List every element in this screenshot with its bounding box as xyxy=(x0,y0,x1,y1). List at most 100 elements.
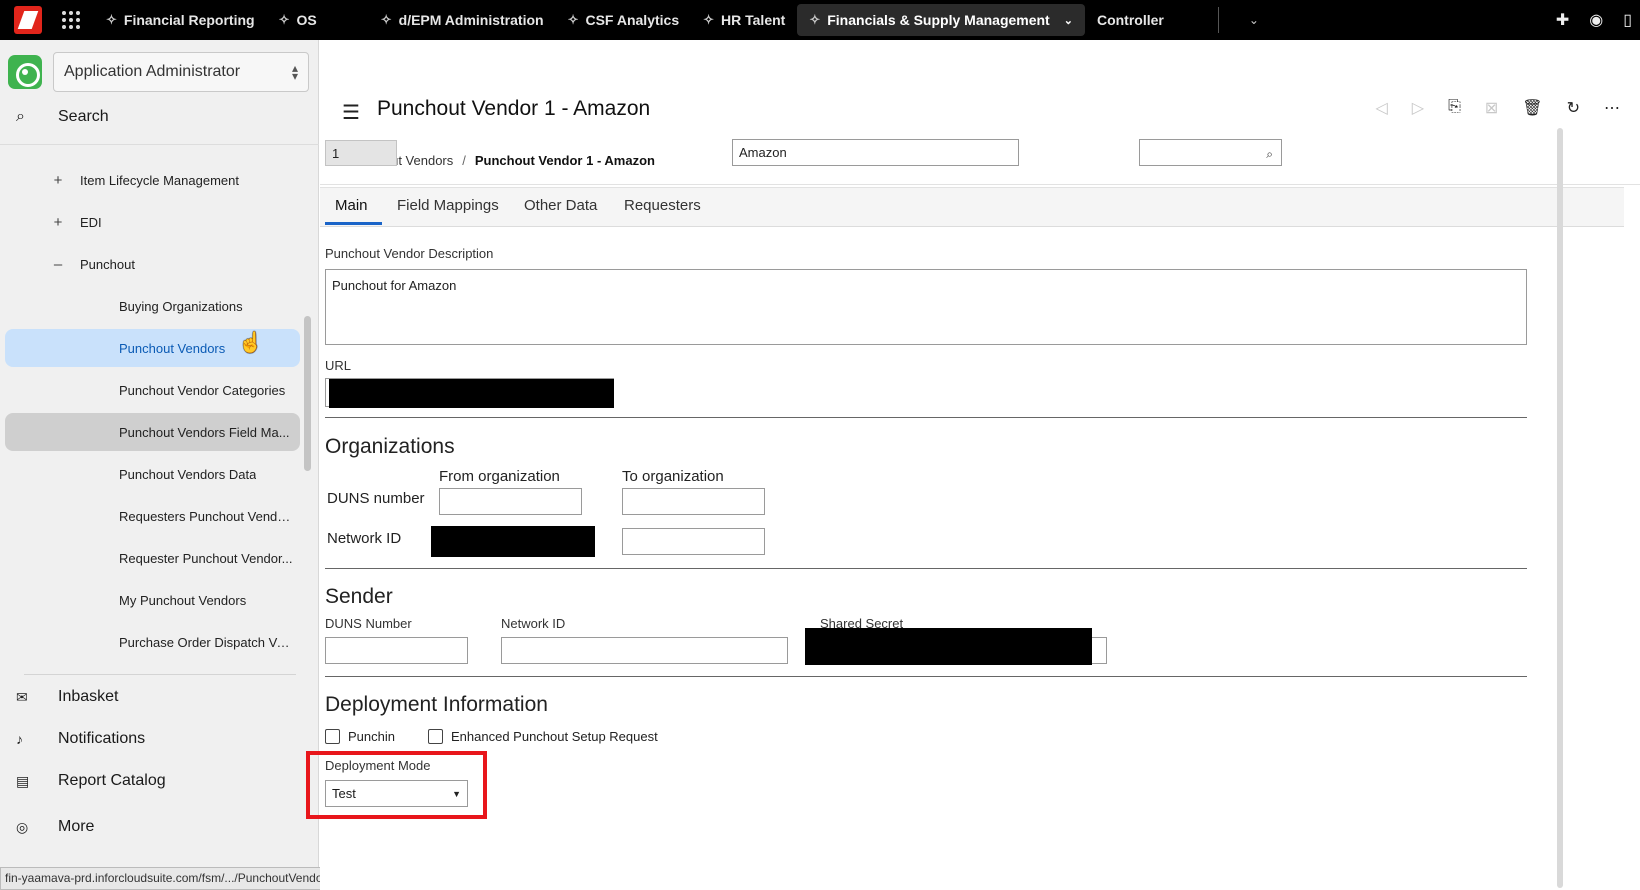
deployment-mode-label: Deployment Mode xyxy=(325,758,431,773)
divider xyxy=(325,417,1527,418)
sort-arrows-icon: ▴ ▾ xyxy=(291,61,298,83)
sidebar-more[interactable]: ◎ More xyxy=(16,818,94,836)
to-duns-field[interactable] xyxy=(622,488,765,515)
divider xyxy=(325,676,1527,677)
role-select[interactable]: Application Administrator ▴ ▾ xyxy=(53,52,309,92)
previous-record-icon[interactable]: ◁ xyxy=(1375,98,1387,118)
pin-icon: ✧ xyxy=(106,12,117,27)
sender-network-id-label: Network ID xyxy=(501,616,566,631)
to-network-id-field[interactable] xyxy=(622,528,765,555)
next-record-icon[interactable]: ▷ xyxy=(1412,98,1424,118)
pin-icon: ✧ xyxy=(809,12,821,27)
page-title: Punchout Vendor 1 - Amazon xyxy=(377,97,651,120)
checkbox-box[interactable] xyxy=(428,729,443,744)
tab-epm-administration[interactable]: ✧ d/EPM Administration xyxy=(369,4,556,36)
lookup-field[interactable]: ⌕ xyxy=(1139,139,1282,166)
pin-icon: ✧ xyxy=(278,12,290,27)
sidebar-inbasket[interactable]: ✉ Inbasket xyxy=(16,688,118,706)
more-actions-icon[interactable]: ⋯ xyxy=(1604,98,1620,118)
divider xyxy=(1217,7,1219,33)
organizations-heading: Organizations xyxy=(325,435,455,458)
more-circle-icon: ◎ xyxy=(16,818,29,835)
description-textarea[interactable]: Punchout for Amazon xyxy=(325,269,1527,345)
tab-financials-supply-management[interactable]: ✧ Financials & Supply Management ⌄ xyxy=(797,4,1085,36)
tab-os[interactable]: ✧ OS xyxy=(267,4,329,36)
sidebar-notifications[interactable]: ♪ Notifications xyxy=(16,730,145,748)
user-circle-icon[interactable]: ◉ xyxy=(1589,10,1603,30)
from-duns-field[interactable] xyxy=(439,488,582,515)
nav-item-punchout-vendors-field-mappings[interactable]: Punchout Vendors Field Ma... xyxy=(5,413,300,451)
nav-item-purchase-order-dispatch[interactable]: Purchase Order Dispatch Ve... xyxy=(5,623,300,661)
delete-icon[interactable]: 🗑 xyxy=(1522,98,1542,118)
dropdown-caret-icon: ▼ xyxy=(452,788,461,799)
sidebar-report-catalog[interactable]: ▤ Report Catalog xyxy=(16,772,166,790)
new-document-icon[interactable]: ⎘ xyxy=(1448,98,1461,118)
redacted-block xyxy=(805,628,1092,665)
breadcrumb-current: Punchout Vendor 1 - Amazon xyxy=(474,153,655,168)
mail-icon: ✉ xyxy=(16,688,28,705)
tab-main[interactable]: Main xyxy=(335,197,368,214)
enhanced-punchout-checkbox[interactable]: Enhanced Punchout Setup Request xyxy=(428,729,658,744)
sidebar: Application Administrator ▴ ▾ ⌕ Search + I… xyxy=(0,40,319,890)
url-field[interactable] xyxy=(325,378,614,408)
checkbox-box[interactable] xyxy=(325,729,340,744)
pin-icon: ✧ xyxy=(567,12,579,27)
from-organization-label: From organization xyxy=(439,468,560,485)
record-toolbar: ◁ ▷ ⎘ ⊠ 🗑 ↻ ⋯ xyxy=(1375,98,1620,118)
role-row: Application Administrator ▴ ▾ xyxy=(8,52,309,92)
main-scrollbar[interactable] xyxy=(1557,128,1563,888)
sidebar-scrollbar[interactable] xyxy=(304,316,311,471)
duns-number-label: DUNS number xyxy=(327,490,425,507)
nav-item-requesters-punchout-vendors[interactable]: Requesters Punchout Vendors xyxy=(5,497,300,535)
hand-cursor-icon: ☝ xyxy=(238,332,263,354)
tab-controller[interactable]: Controller xyxy=(1085,4,1176,36)
tab-hr-talent[interactable]: ✧ HR Talent xyxy=(691,4,797,36)
sidebar-search[interactable]: ⌕ Search xyxy=(16,108,109,126)
nav-tree: + Item Lifecycle Management + EDI – Punchou… xyxy=(0,144,319,714)
hamburger-menu-icon[interactable]: ☰ xyxy=(342,100,360,125)
add-icon[interactable]: ✚ xyxy=(1556,10,1569,30)
pin-icon: ✧ xyxy=(703,12,715,27)
refresh-icon[interactable]: ↻ xyxy=(1567,98,1580,118)
more-tabs-chevron-icon[interactable]: ⌄ xyxy=(1249,13,1259,27)
tab-field-mappings[interactable]: Field Mappings xyxy=(397,197,499,214)
nav-item-punchout[interactable]: – Punchout xyxy=(5,245,300,283)
nav-item-punchout-vendors-data[interactable]: Punchout Vendors Data xyxy=(5,455,300,493)
top-right-tools: ✚ ◉ ▯ xyxy=(1556,0,1632,40)
panel-icon[interactable]: ▯ xyxy=(1623,10,1632,30)
tab-requesters[interactable]: Requesters xyxy=(624,197,701,214)
nav-item-lifecycle[interactable]: + Item Lifecycle Management xyxy=(5,161,300,199)
tab-other-data[interactable]: Other Data xyxy=(524,197,597,214)
from-network-id-field-redacted[interactable] xyxy=(431,526,595,557)
vendor-id-field: 1 xyxy=(325,140,397,166)
nav-item-buying-organizations[interactable]: Buying Organizations xyxy=(5,287,300,325)
vendor-name-field[interactable]: Amazon xyxy=(732,139,1019,166)
to-organization-label: To organization xyxy=(622,468,724,485)
main-content: ☰ Punchout Vendor 1 - Amazon ◁ ▷ ⎘ ⊠ 🗑 ↻… xyxy=(306,40,1640,890)
nav-item-my-punchout-vendors[interactable]: My Punchout Vendors xyxy=(5,581,300,619)
active-tab-indicator xyxy=(325,222,382,225)
search-icon: ⌕ xyxy=(16,108,25,125)
app-switcher-icon[interactable] xyxy=(62,11,80,29)
top-bar: ✧ Financial Reporting ✧ OS ✧ d/EPM Administ… xyxy=(0,0,1640,40)
network-id-label: Network ID xyxy=(327,530,402,547)
tab-csf-analytics[interactable]: ✧ CSF Analytics xyxy=(556,4,692,36)
nav-item-punchout-vendor-categories[interactable]: Punchout Vendor Categories xyxy=(5,371,300,409)
tab-financial-reporting[interactable]: ✧ Financial Reporting xyxy=(94,4,267,36)
divider xyxy=(24,674,296,675)
chevron-down-icon[interactable]: ⌄ xyxy=(1064,14,1073,27)
form-tabs: Main Field Mappings Other Data Requester… xyxy=(320,187,1624,227)
sender-duns-field[interactable] xyxy=(325,637,468,664)
book-icon: ▤ xyxy=(16,772,30,789)
sender-duns-label: DUNS Number xyxy=(325,616,412,631)
pin-icon: ✧ xyxy=(380,12,392,27)
deployment-mode-select[interactable]: Test ▼ xyxy=(325,780,468,807)
sender-network-id-field[interactable] xyxy=(501,637,788,664)
punchin-checkbox[interactable]: Punchin xyxy=(325,729,395,744)
nav-item-requester-punchout-vendor[interactable]: Requester Punchout Vendor... xyxy=(5,539,300,577)
save-icon[interactable]: ⊠ xyxy=(1485,98,1498,118)
nav-item-edi[interactable]: + EDI xyxy=(5,203,300,241)
infor-logo-icon[interactable] xyxy=(14,6,42,34)
lookup-search-icon[interactable]: ⌕ xyxy=(1266,147,1273,162)
redacted-block xyxy=(329,379,614,408)
